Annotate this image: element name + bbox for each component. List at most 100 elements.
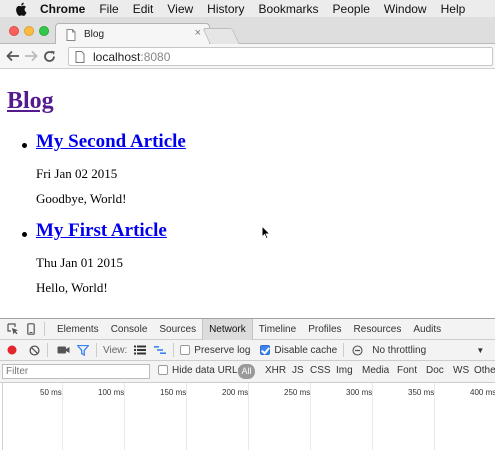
article-title-link[interactable]: My First Article xyxy=(36,220,167,242)
url-port: :8080 xyxy=(140,49,171,64)
disable-cache-checkbox[interactable] xyxy=(260,344,271,355)
menu-bar: Chrome File Edit View History Bookmarks … xyxy=(0,0,495,17)
menu-bookmarks[interactable]: Bookmarks xyxy=(259,2,319,16)
toolbar-divider xyxy=(44,322,45,336)
menu-people[interactable]: People xyxy=(333,2,370,16)
inspect-element-icon[interactable] xyxy=(6,322,20,336)
type-filter-all[interactable]: All xyxy=(238,364,255,379)
article-date: Fri Jan 02 2015 xyxy=(36,166,118,181)
tab-close-icon[interactable]: × xyxy=(195,27,201,39)
timeline-tick-label: 300 ms xyxy=(346,388,373,397)
page-icon xyxy=(75,50,85,63)
timeline-tick-label: 50 ms xyxy=(40,388,62,397)
device-mode-icon[interactable] xyxy=(24,322,38,336)
type-filter-font[interactable]: Font xyxy=(397,365,417,376)
menu-view[interactable]: View xyxy=(167,2,193,16)
type-filter-doc[interactable]: Doc xyxy=(426,365,444,376)
address-bar[interactable]: localhost:8080 xyxy=(68,47,493,66)
hide-data-urls-option[interactable]: Hide data URLs xyxy=(158,365,243,376)
browser-tab[interactable]: Blog × xyxy=(55,23,210,45)
zoom-window-button[interactable] xyxy=(39,26,49,36)
timeline-tick-label: 200 ms xyxy=(222,388,249,397)
preserve-log-label: Preserve log xyxy=(194,344,251,356)
preserve-log-option[interactable]: Preserve log xyxy=(180,345,250,356)
throttle-icon xyxy=(350,343,364,357)
back-arrow-icon[interactable] xyxy=(4,47,22,65)
network-controls-bar: View: Preserve log Disable cache No thro… xyxy=(0,340,495,361)
timeline-start-line xyxy=(2,383,3,450)
toolbar-divider xyxy=(96,343,97,357)
devtools-tab-bar: Elements Console Sources Network Timelin… xyxy=(0,318,495,340)
document-icon xyxy=(66,28,78,41)
article-date: Thu Jan 01 2015 xyxy=(36,255,124,270)
menu-app-name[interactable]: Chrome xyxy=(40,2,85,16)
article-body: Hello, World! xyxy=(36,280,108,295)
reload-icon[interactable] xyxy=(40,47,58,65)
camera-icon[interactable] xyxy=(56,343,70,357)
list-bullet xyxy=(22,143,27,148)
minimize-window-button[interactable] xyxy=(24,26,34,36)
menu-history[interactable]: History xyxy=(207,2,244,16)
timeline-tick-label: 400 ms xyxy=(470,388,495,397)
list-bullet xyxy=(22,232,27,237)
tab-strip: Blog × xyxy=(0,17,495,45)
type-filter-other[interactable]: Other xyxy=(474,365,495,376)
article-title-link[interactable]: My Second Article xyxy=(36,131,186,153)
tab-resources[interactable]: Resources xyxy=(348,319,408,340)
toolbar-divider xyxy=(343,343,345,357)
toolbar-divider xyxy=(173,343,175,357)
filter-input[interactable] xyxy=(2,364,150,379)
type-filter-img[interactable]: Img xyxy=(336,365,353,376)
waterfall-icon[interactable] xyxy=(153,343,167,357)
view-label: View: xyxy=(103,344,128,356)
close-window-button[interactable] xyxy=(9,26,19,36)
disable-cache-label: Disable cache xyxy=(274,344,338,356)
type-filter-js[interactable]: JS xyxy=(292,365,304,376)
tab-audits[interactable]: Audits xyxy=(407,319,447,340)
timeline-grid-line xyxy=(62,383,63,450)
hide-data-urls-label: Hide data URLs xyxy=(172,365,243,376)
mouse-cursor-icon xyxy=(261,224,272,240)
type-filter-ws[interactable]: WS xyxy=(453,365,469,376)
menu-help[interactable]: Help xyxy=(441,2,466,16)
tab-timeline[interactable]: Timeline xyxy=(253,319,302,340)
tab-elements[interactable]: Elements xyxy=(51,319,105,340)
type-filter-css[interactable]: CSS xyxy=(310,365,331,376)
throttling-select[interactable]: No throttling ▼ xyxy=(372,345,484,356)
tab-profiles[interactable]: Profiles xyxy=(302,319,347,340)
devtools-panel: Elements Console Sources Network Timelin… xyxy=(0,318,495,450)
disable-cache-option[interactable]: Disable cache xyxy=(260,345,337,356)
blog-title-link[interactable]: Blog xyxy=(7,88,54,115)
filter-icon[interactable] xyxy=(76,343,90,357)
tab-console[interactable]: Console xyxy=(105,319,154,340)
preserve-log-checkbox[interactable] xyxy=(180,344,191,355)
network-filter-bar: Hide data URLs All XHR JS CSS Img Media … xyxy=(0,361,495,383)
network-overview-timeline[interactable]: 50 ms 100 ms 150 ms 200 ms 250 ms 300 ms… xyxy=(0,383,495,450)
menu-edit[interactable]: Edit xyxy=(133,2,154,16)
tab-title: Blog xyxy=(84,29,105,40)
throttling-value: No throttling xyxy=(372,344,427,356)
new-tab-button[interactable] xyxy=(202,28,240,44)
url-host: localhost xyxy=(93,49,141,64)
record-icon[interactable] xyxy=(5,343,19,357)
tab-sources[interactable]: Sources xyxy=(153,319,202,340)
forward-arrow-icon[interactable] xyxy=(22,47,40,65)
dropdown-arrow-icon: ▼ xyxy=(476,345,485,355)
timeline-tick-label: 100 ms xyxy=(98,388,125,397)
large-rows-icon[interactable] xyxy=(133,343,147,357)
timeline-tick-label: 350 ms xyxy=(408,388,435,397)
menu-file[interactable]: File xyxy=(99,2,118,16)
timeline-tick-label: 150 ms xyxy=(160,388,187,397)
browser-toolbar: localhost:8080 xyxy=(0,44,495,69)
type-filter-media[interactable]: Media xyxy=(362,365,389,376)
menu-window[interactable]: Window xyxy=(384,2,427,16)
article-body: Goodbye, World! xyxy=(36,191,127,206)
toolbar-divider xyxy=(47,343,48,357)
hide-data-urls-checkbox[interactable] xyxy=(158,365,168,376)
tab-network[interactable]: Network xyxy=(202,318,253,340)
clear-icon[interactable] xyxy=(27,343,41,357)
page-content: Blog My Second Article Fri Jan 02 2015 G… xyxy=(0,70,495,318)
type-filter-xhr[interactable]: XHR xyxy=(265,365,286,376)
apple-icon[interactable] xyxy=(14,2,28,16)
timeline-tick-label: 250 ms xyxy=(284,388,311,397)
